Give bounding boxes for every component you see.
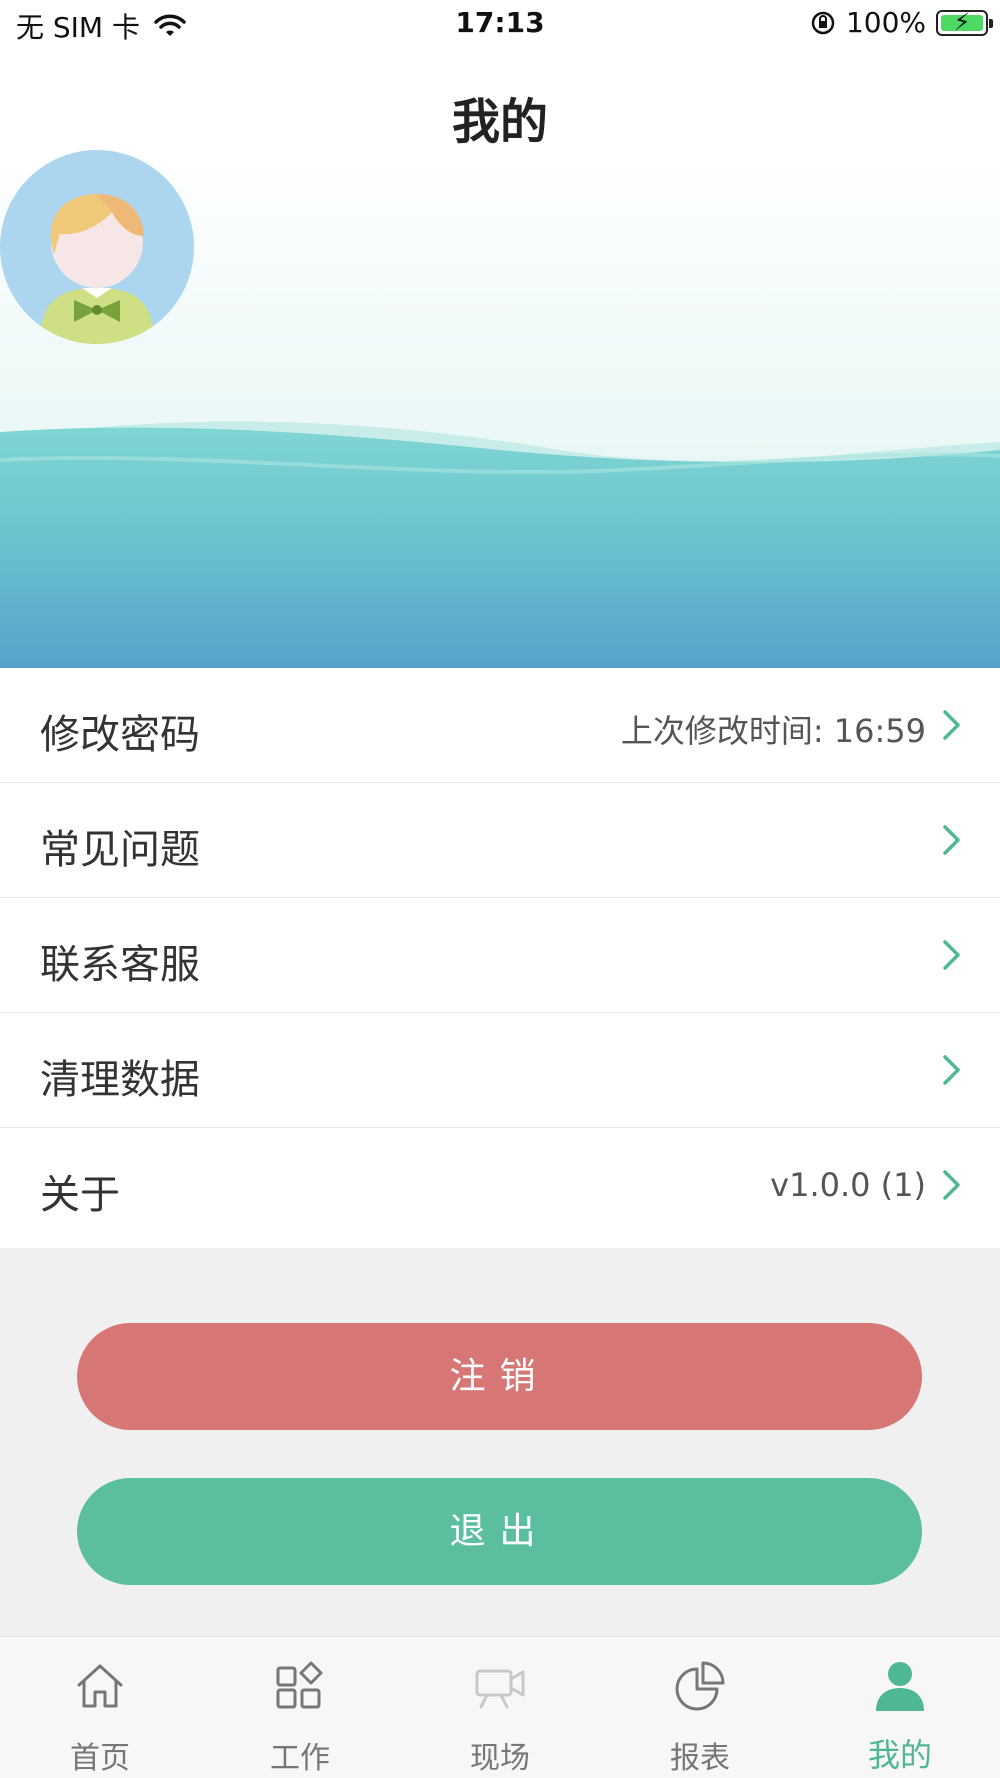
tab-bar: 首页 工作 现场 报表 我的 <box>0 1636 1000 1778</box>
tab-home[interactable]: 首页 <box>0 1637 200 1778</box>
settings-menu: 修改密码 上次修改时间: 16:59 常见问题 联系客服 清理数据 关于 v1.… <box>0 668 1000 1245</box>
status-bar: 无 SIM 卡 17:13 100% ⚡ <box>0 0 1000 52</box>
battery-percent: 100% <box>845 6 926 39</box>
tab-reports[interactable]: 报表 <box>600 1637 800 1778</box>
orientation-lock-icon <box>811 11 835 34</box>
menu-item-label: 常见问题 <box>40 827 200 873</box>
pie-chart-icon <box>675 1661 725 1711</box>
status-right: 100% ⚡ <box>810 6 993 39</box>
tab-work[interactable]: 工作 <box>200 1637 400 1778</box>
menu-item-change-password[interactable]: 修改密码 上次修改时间: 16:59 <box>0 668 1000 783</box>
profile-banner <box>0 150 1000 668</box>
tab-label: 现场 <box>470 1741 530 1776</box>
exit-button[interactable]: 退出 <box>77 1478 922 1585</box>
chevron-right-icon <box>943 1055 960 1085</box>
camera-icon <box>475 1669 525 1709</box>
apps-icon <box>276 1661 323 1709</box>
tab-label: 我的 <box>867 1736 932 1774</box>
menu-item-label: 修改密码 <box>40 712 200 758</box>
menu-item-label: 联系客服 <box>40 942 200 988</box>
user-icon <box>876 1662 924 1711</box>
menu-item-faq[interactable]: 常见问题 <box>0 783 1000 898</box>
avatar[interactable] <box>0 150 194 344</box>
chevron-right-icon <box>943 710 960 740</box>
menu-item-contact-support[interactable]: 联系客服 <box>0 898 1000 1013</box>
chevron-right-icon <box>943 825 960 855</box>
menu-item-value: v1.0.0 (1) <box>770 1166 926 1204</box>
menu-item-about[interactable]: 关于 v1.0.0 (1) <box>0 1128 1000 1245</box>
chevron-right-icon <box>943 1170 960 1200</box>
chevron-right-icon <box>943 940 960 970</box>
tab-label: 首页 <box>70 1741 130 1776</box>
tab-site[interactable]: 现场 <box>400 1637 600 1778</box>
home-icon <box>77 1664 123 1708</box>
menu-item-label: 清理数据 <box>40 1057 200 1103</box>
tab-label: 工作 <box>270 1741 330 1776</box>
tab-mine[interactable]: 我的 <box>800 1637 1000 1778</box>
tab-label: 报表 <box>670 1741 730 1776</box>
page-title: 我的 <box>451 94 548 150</box>
menu-item-label: 关于 <box>40 1172 120 1218</box>
menu-item-value: 上次修改时间: 16:59 <box>620 712 926 750</box>
battery-icon: ⚡ <box>936 8 993 36</box>
menu-item-clear-data[interactable]: 清理数据 <box>0 1013 1000 1128</box>
logout-button[interactable]: 注销 <box>77 1323 922 1430</box>
